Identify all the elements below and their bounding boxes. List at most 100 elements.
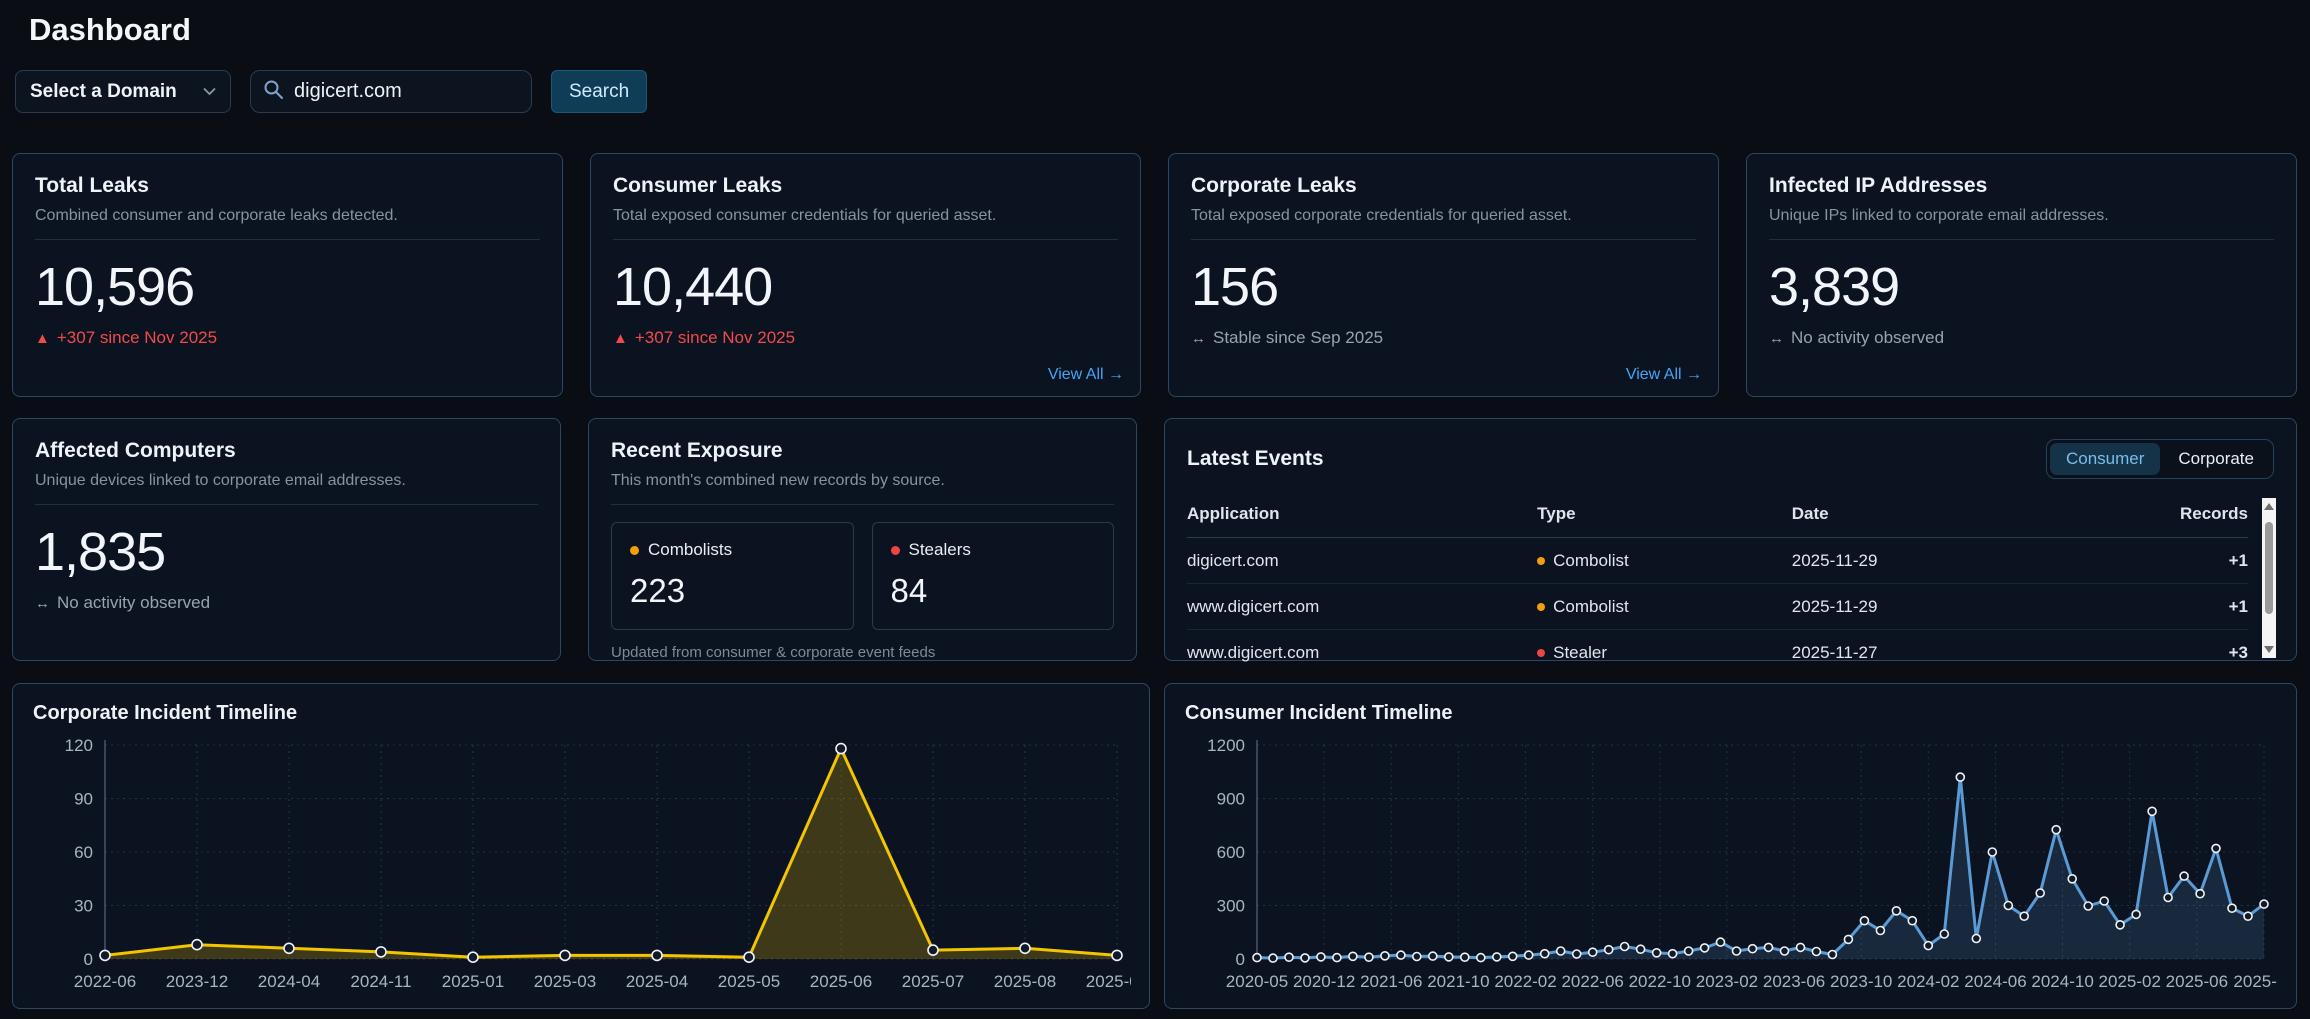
svg-text:300: 300 <box>1217 897 1245 916</box>
search-field-wrap <box>250 70 532 113</box>
svg-text:2025-06: 2025-06 <box>2166 972 2228 991</box>
svg-text:600: 600 <box>1217 843 1245 862</box>
table-scrollbar[interactable] <box>2262 498 2276 658</box>
cell-type: Combolist <box>1537 538 1792 584</box>
controls-bar: Select a Domain Search <box>15 70 2297 113</box>
combolist-dot-icon <box>1537 603 1545 611</box>
trend-up-icon: ▲ <box>35 330 50 347</box>
card-title: Affected Computers <box>35 439 538 463</box>
svg-text:2025-05: 2025-05 <box>718 972 780 991</box>
card-subtitle: Combined consumer and corporate leaks de… <box>35 207 540 225</box>
cell-records: +3 <box>2089 630 2248 676</box>
svg-text:2025-03: 2025-03 <box>534 972 596 991</box>
events-scope-toggle: Consumer Corporate <box>2046 439 2274 479</box>
svg-text:60: 60 <box>74 843 93 862</box>
col-application: Application <box>1187 491 1537 538</box>
search-icon <box>263 79 284 105</box>
svg-text:2025-01: 2025-01 <box>442 972 504 991</box>
svg-text:2024-11: 2024-11 <box>350 972 411 991</box>
cell-records: +1 <box>2089 538 2248 584</box>
card-title: Total Leaks <box>35 174 540 198</box>
tab-consumer[interactable]: Consumer <box>2050 443 2160 475</box>
change-text: Stable since Sep 2025 <box>1213 328 1383 347</box>
stat-change: ↔No activity observed <box>35 593 538 613</box>
svg-text:2022-06: 2022-06 <box>1561 972 1623 991</box>
search-input[interactable] <box>294 80 519 103</box>
events-table: Application Type Date Records digicert.c… <box>1187 491 2248 675</box>
trend-up-icon: ▲ <box>613 330 628 347</box>
scrollbar-thumb[interactable] <box>2265 522 2273 614</box>
page-title: Dashboard <box>29 12 2297 48</box>
svg-text:2024-02: 2024-02 <box>1897 972 1959 991</box>
exposure-box-combolists: Combolists 223 <box>611 522 854 630</box>
tab-corporate[interactable]: Corporate <box>2162 443 2270 475</box>
cell-application: digicert.com <box>1187 538 1537 584</box>
view-all-link[interactable]: View All → <box>1626 366 1702 384</box>
stealer-dot-icon <box>1537 649 1545 657</box>
stat-change: ↔No activity observed <box>1769 328 2274 348</box>
svg-text:2020-05: 2020-05 <box>1226 972 1288 991</box>
stat-value: 10,440 <box>613 256 1118 318</box>
table-row: www.digicert.com Combolist 2025-11-29 +1 <box>1187 584 2248 630</box>
card-affected-computers: Affected Computers Unique devices linked… <box>12 418 561 661</box>
card-consumer-leaks: Consumer Leaks Total exposed consumer cr… <box>590 153 1141 397</box>
cell-type: Stealer <box>1537 630 1792 676</box>
svg-text:2024-10: 2024-10 <box>2031 972 2093 991</box>
stat-value: 156 <box>1191 256 1696 318</box>
scroll-down-icon[interactable] <box>2264 646 2274 653</box>
corporate-incident-chart: 03060901202022-062023-122024-042024-1120… <box>31 733 1131 1001</box>
cell-date: 2025-11-27 <box>1792 630 2089 676</box>
chart-title: Corporate Incident Timeline <box>33 702 1131 725</box>
search-button[interactable]: Search <box>551 70 647 113</box>
stat-value: 10,596 <box>35 256 540 318</box>
cell-date: 2025-11-29 <box>1792 584 2089 630</box>
scroll-up-icon[interactable] <box>2264 503 2274 510</box>
card-subtitle: Unique IPs linked to corporate email add… <box>1769 207 2274 225</box>
cell-application: www.digicert.com <box>1187 584 1537 630</box>
table-row: digicert.com Combolist 2025-11-29 +1 <box>1187 538 2248 584</box>
cell-application: www.digicert.com <box>1187 630 1537 676</box>
dashboard-page: Dashboard Select a Domain Search Total L… <box>0 0 2310 1019</box>
stable-arrows-icon: ↔ <box>1769 330 1784 347</box>
card-title: Latest Events <box>1187 447 1324 471</box>
table-row: www.digicert.com Stealer 2025-11-27 +3 <box>1187 630 2248 676</box>
divider <box>1191 239 1696 240</box>
svg-text:1200: 1200 <box>1207 736 1245 755</box>
svg-text:2023-12: 2023-12 <box>166 972 228 991</box>
card-infected-ips: Infected IP Addresses Unique IPs linked … <box>1746 153 2297 397</box>
exposure-label: Combolists <box>630 540 835 560</box>
domain-select[interactable]: Select a Domain <box>15 70 231 113</box>
card-consumer-timeline: Consumer Incident Timeline 0300600900120… <box>1164 683 2297 1009</box>
change-text: +307 since Nov 2025 <box>57 328 217 347</box>
svg-text:0: 0 <box>1236 950 1245 969</box>
col-date: Date <box>1792 491 2089 538</box>
card-corporate-leaks: Corporate Leaks Total exposed corporate … <box>1168 153 1719 397</box>
exposure-label: Stealers <box>891 540 1096 560</box>
stat-change: ▲ +307 since Nov 2025 <box>35 328 540 348</box>
svg-text:120: 120 <box>65 736 93 755</box>
card-title: Infected IP Addresses <box>1769 174 2274 198</box>
svg-text:2023-06: 2023-06 <box>1763 972 1825 991</box>
stat-value: 3,839 <box>1769 256 2274 318</box>
svg-text:2025-02: 2025-02 <box>2099 972 2161 991</box>
svg-text:2025-06: 2025-06 <box>810 972 872 991</box>
table-header-row: Application Type Date Records <box>1187 491 2248 538</box>
exposure-label-text: Combolists <box>648 540 732 560</box>
card-title: Recent Exposure <box>611 439 1114 463</box>
cell-type: Combolist <box>1537 584 1792 630</box>
view-all-link[interactable]: View All → <box>1048 366 1124 384</box>
events-header: Latest Events Consumer Corporate <box>1187 439 2274 479</box>
exposure-footer: Updated from consumer & corporate event … <box>611 644 1114 661</box>
stat-change: ↔ Stable since Sep 2025 <box>1191 328 1696 348</box>
card-title: Consumer Leaks <box>613 174 1118 198</box>
svg-text:2022-10: 2022-10 <box>1629 972 1691 991</box>
divider <box>613 239 1118 240</box>
svg-text:2021-06: 2021-06 <box>1360 972 1422 991</box>
svg-text:2025-04: 2025-04 <box>626 972 688 991</box>
domain-select-value: Select a Domain <box>30 81 177 103</box>
exposure-boxes: Combolists 223 Stealers 84 <box>611 522 1114 630</box>
stable-arrows-icon: ↔ <box>1191 330 1206 347</box>
second-row: Affected Computers Unique devices linked… <box>12 418 2297 661</box>
card-title: Corporate Leaks <box>1191 174 1696 198</box>
col-type: Type <box>1537 491 1792 538</box>
